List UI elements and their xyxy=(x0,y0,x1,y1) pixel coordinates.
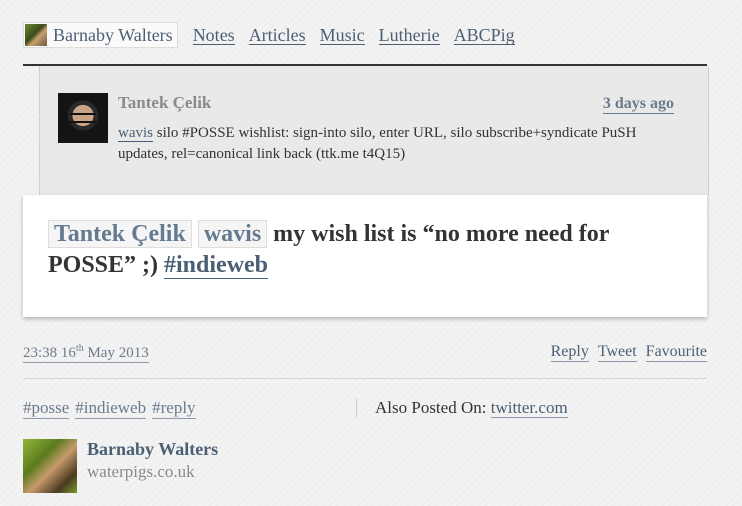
nav-abcpig[interactable]: ABCPig xyxy=(453,26,515,45)
note-meta: 23:38 16th May 2013 Reply Tweet Favourit… xyxy=(23,340,707,363)
tweet-button[interactable]: Tweet xyxy=(597,343,637,362)
tag-reply[interactable]: #reply xyxy=(152,398,196,419)
glasses-decoration xyxy=(70,113,96,123)
brand-avatar xyxy=(25,24,47,46)
quoted-author-avatar[interactable] xyxy=(58,93,108,143)
date-suffix: th xyxy=(75,343,84,354)
twitter-syndication-link[interactable]: twitter.com xyxy=(490,398,568,418)
date-month-year: May 2013 xyxy=(87,345,149,361)
also-posted-on: Also Posted On: twitter.com xyxy=(375,398,568,418)
tag-posse[interactable]: #posse xyxy=(23,398,70,419)
reply-context: Tantek Çelik 3 days ago wavis silo #POSS… xyxy=(39,66,709,196)
quoted-author-name[interactable]: Tantek Çelik xyxy=(118,93,211,113)
permalink-date[interactable]: 23:38 16th May 2013 xyxy=(23,343,149,363)
tag-list: #posse #indieweb #reply xyxy=(23,398,196,419)
author-name[interactable]: Barnaby Walters xyxy=(87,439,218,460)
meta-divider xyxy=(23,378,707,379)
quoted-text: wavis silo #POSSE wishlist: sign-into si… xyxy=(118,123,648,165)
nav-notes[interactable]: Notes xyxy=(192,26,235,45)
note-actions: Reply Tweet Favourite xyxy=(550,343,707,362)
favourite-button[interactable]: Favourite xyxy=(645,343,707,362)
hashtag-indieweb[interactable]: #indieweb xyxy=(164,252,269,279)
note-card: Tantek Çelik wavis my wish list is “no m… xyxy=(23,195,707,317)
date-time: 23:38 16 xyxy=(23,345,76,361)
tags-separator xyxy=(356,398,357,418)
reply-button[interactable]: Reply xyxy=(550,343,589,362)
nav-lutherie[interactable]: Lutherie xyxy=(378,26,440,45)
quoted-time-link[interactable]: 3 days ago xyxy=(602,95,674,114)
quoted-mention-link[interactable]: wavis xyxy=(118,125,153,142)
author-site[interactable]: waterpigs.co.uk xyxy=(87,462,195,482)
nav-articles[interactable]: Articles xyxy=(248,26,306,45)
mention-tantek[interactable]: Tantek Çelik xyxy=(48,220,192,248)
mention-wavis[interactable]: wavis xyxy=(197,220,268,248)
also-posted-label: Also Posted On: xyxy=(375,398,487,417)
brand-name: Barnaby Walters xyxy=(53,24,173,45)
brand-link[interactable]: Barnaby Walters xyxy=(23,22,178,48)
quoted-body: silo #POSSE wishlist: sign-into silo, en… xyxy=(118,125,637,162)
nav-music[interactable]: Music xyxy=(319,26,365,45)
tag-indieweb[interactable]: #indieweb xyxy=(75,398,147,419)
note-content: Tantek Çelik wavis my wish list is “no m… xyxy=(48,219,688,281)
site-nav: Barnaby Walters Notes Articles Music Lut… xyxy=(23,22,529,48)
author-avatar[interactable] xyxy=(23,439,77,493)
